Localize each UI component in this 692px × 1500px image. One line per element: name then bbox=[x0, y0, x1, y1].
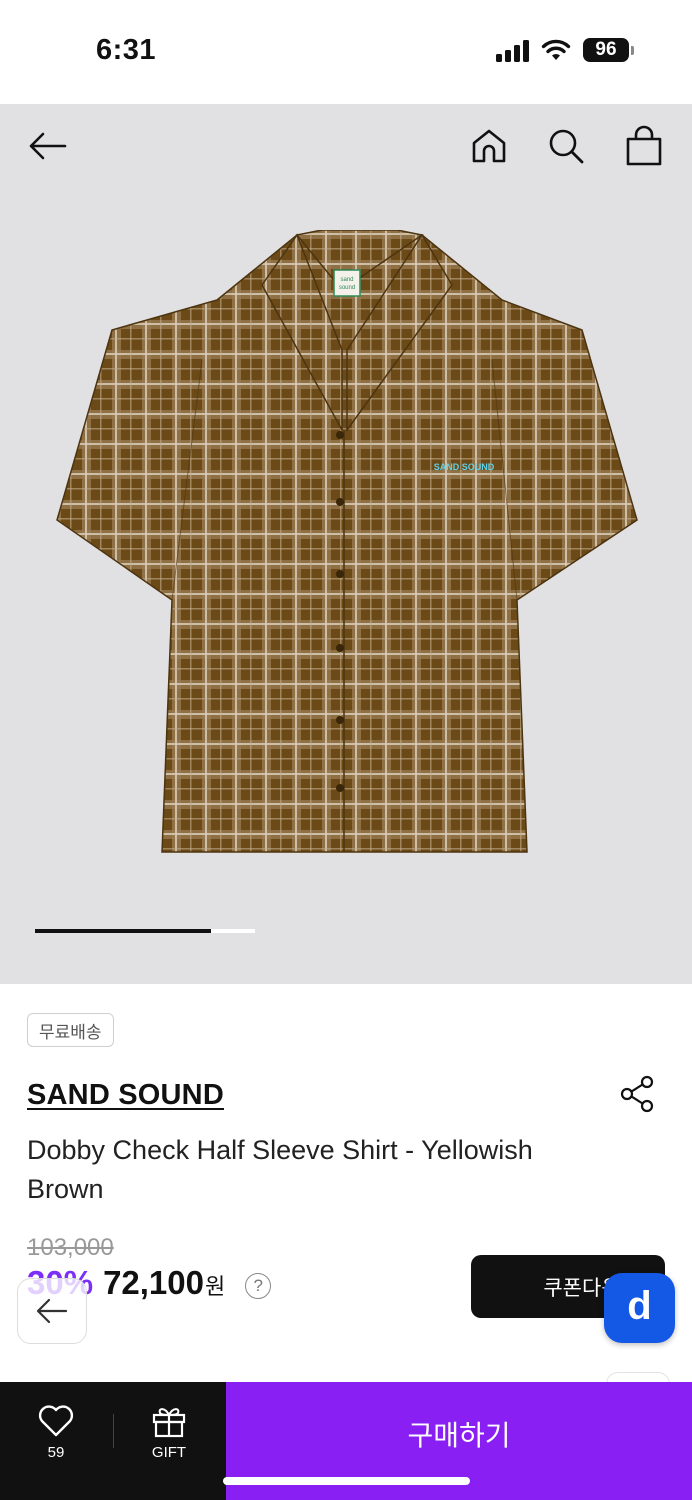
like-count: 59 bbox=[47, 1444, 65, 1461]
sale-price-value: 72,100 bbox=[103, 1264, 204, 1301]
share-button[interactable] bbox=[618, 1074, 658, 1114]
arrow-left-icon bbox=[36, 1298, 68, 1324]
gallery-progress bbox=[35, 929, 255, 933]
d-logo-label: d bbox=[627, 1283, 652, 1328]
back-button[interactable] bbox=[23, 122, 71, 170]
status-time: 6:31 bbox=[96, 34, 157, 66]
free-shipping-badge: 무료배송 bbox=[27, 1013, 114, 1047]
buy-label: 구매하기 bbox=[407, 1420, 511, 1451]
divider bbox=[113, 1414, 114, 1448]
sale-price: 72,100원 bbox=[103, 1264, 225, 1302]
like-button[interactable]: 59 bbox=[22, 1404, 90, 1474]
original-price: 103,000 bbox=[27, 1234, 114, 1261]
currency-unit: 원 bbox=[205, 1274, 226, 1299]
product-title: Dobby Check Half Sleeve Shirt - Yellowis… bbox=[27, 1135, 533, 1204]
search-icon bbox=[549, 129, 584, 164]
home-indicator bbox=[223, 1477, 470, 1485]
status-indicators: 96 bbox=[496, 38, 634, 62]
cart-button[interactable] bbox=[620, 122, 668, 170]
svg-text:SAND SOUND: SAND SOUND bbox=[434, 462, 495, 472]
status-bar: 6:31 96 bbox=[0, 0, 692, 104]
svg-text:sand: sand bbox=[340, 277, 353, 283]
price-help-icon[interactable]: ? bbox=[245, 1273, 272, 1299]
product-image-gallery[interactable]: sand sound SAND SOUND bbox=[0, 104, 692, 984]
home-icon bbox=[472, 129, 506, 163]
cellular-signal-icon bbox=[496, 38, 529, 62]
svg-text:sound: sound bbox=[339, 285, 355, 291]
product-image: sand sound SAND SOUND bbox=[52, 229, 642, 860]
gallery-progress-fill bbox=[35, 929, 211, 933]
home-button[interactable] bbox=[465, 122, 513, 170]
brand-link[interactable]: SAND SOUND bbox=[27, 1079, 224, 1112]
floating-d-button[interactable]: d bbox=[604, 1273, 675, 1343]
share-icon bbox=[620, 1075, 654, 1113]
gift-button[interactable]: GIFT bbox=[136, 1404, 202, 1474]
battery-icon: 96 bbox=[583, 38, 634, 62]
shopping-bag-icon bbox=[626, 125, 662, 166]
floating-back-button[interactable] bbox=[17, 1278, 87, 1344]
gift-label: GIFT bbox=[151, 1444, 187, 1461]
wifi-icon bbox=[541, 39, 571, 60]
search-button[interactable] bbox=[542, 122, 590, 170]
arrow-left-icon bbox=[29, 132, 67, 160]
heart-icon bbox=[38, 1405, 74, 1437]
battery-level: 96 bbox=[583, 38, 629, 62]
gift-icon bbox=[152, 1408, 186, 1438]
